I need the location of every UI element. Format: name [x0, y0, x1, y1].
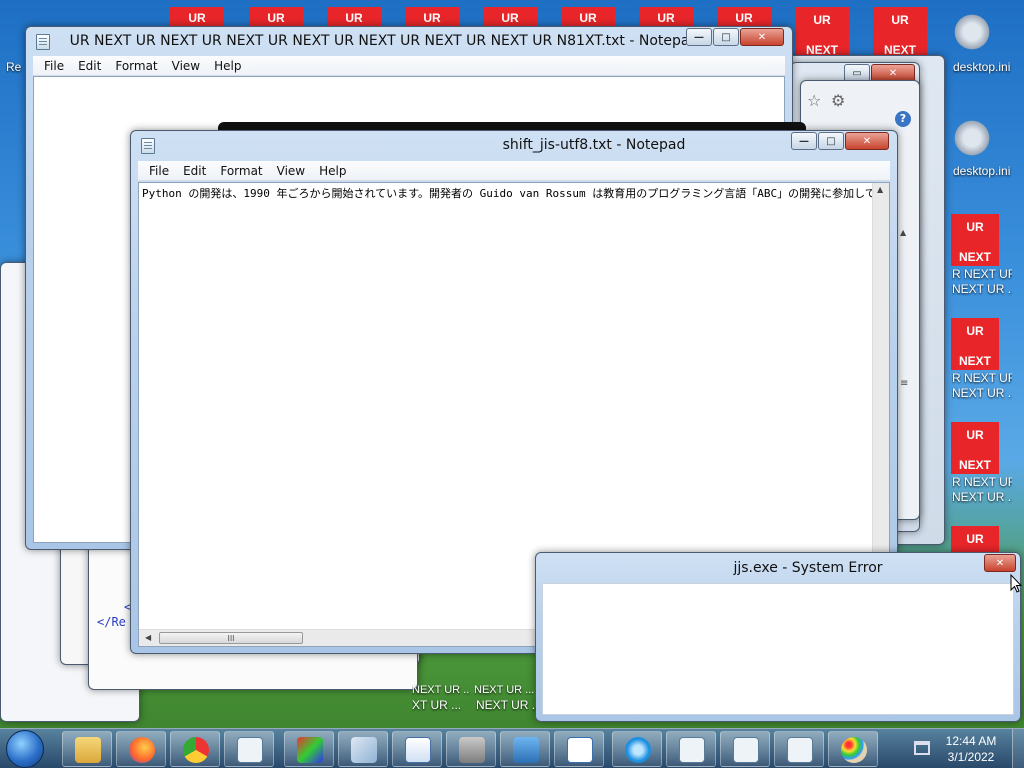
window-title: shift_jis-utf8.txt - Notepad — [502, 137, 686, 153]
desktop-ini-label: desktop.ini — [953, 60, 1011, 74]
notepad-icon — [237, 737, 263, 763]
desktop-icon-ur-next[interactable]: UR NEXT — [795, 7, 849, 59]
desktop-icon-label: R NEXT UR — [952, 267, 1012, 281]
taskbar-notepad[interactable] — [338, 731, 388, 767]
firefox-icon — [129, 737, 155, 763]
menu-file[interactable]: File — [142, 164, 176, 178]
gear-icon[interactable]: ⚙ — [831, 91, 845, 110]
menu-help[interactable]: Help — [312, 164, 353, 178]
show-desktop-button[interactable] — [1012, 729, 1024, 768]
menu-format[interactable]: Format — [108, 59, 164, 73]
desktop-icon-label: NEXT UR ... — [952, 282, 1012, 296]
ie-icon — [625, 737, 651, 763]
wordpad-icon — [405, 737, 431, 763]
menu-format[interactable]: Format — [213, 164, 269, 178]
scroll-left-icon[interactable]: ◀ — [145, 633, 151, 642]
clock-time[interactable]: 12:44 AM — [936, 734, 1006, 748]
dialog-body — [542, 583, 1014, 715]
desktop-icon-ur-next[interactable]: UR — [951, 526, 999, 552]
desktop-icon-label: NEXT UR ... — [412, 684, 470, 696]
notepad-icon — [787, 737, 813, 763]
window-title: UR NEXT UR NEXT UR NEXT UR NEXT UR NEXT … — [69, 33, 699, 49]
taskbar-ie[interactable] — [612, 731, 662, 767]
desktop-icon-label: XT UR ... — [412, 698, 462, 712]
notepad-icon — [679, 737, 705, 763]
notepad-icon — [733, 737, 759, 763]
taskbar: 12:44 AM 3/1/2022 — [0, 728, 1024, 768]
taskbar-paint[interactable] — [284, 731, 334, 767]
menu-edit[interactable]: Edit — [71, 59, 108, 73]
desktop-icon-ur-next[interactable]: UR NEXT — [951, 318, 999, 370]
scroll-grip-icon: ≡ — [900, 378, 909, 389]
application-icon — [459, 737, 485, 763]
desktop-icon-label: R NEXT UR — [952, 371, 1012, 385]
desktop-icon-ur-next[interactable]: UR NEXT — [873, 7, 927, 59]
minimize-button[interactable]: — — [791, 132, 817, 150]
desktop-icon-ur-next[interactable]: UR NEXT — [951, 422, 999, 474]
desktop-ini-icon[interactable] — [952, 118, 992, 158]
network-icon[interactable] — [914, 741, 930, 755]
notepad-icon — [351, 737, 377, 763]
system-error-dialog[interactable]: jjs.exe - System Error ✕ — [535, 552, 1021, 722]
chrome-icon — [183, 737, 209, 763]
xml-text: </Re — [97, 615, 126, 629]
mouse-cursor-icon — [1010, 574, 1022, 593]
paint-icon — [297, 737, 323, 763]
maximize-button[interactable]: □ — [818, 132, 844, 150]
star-icon[interactable]: ☆ — [807, 91, 821, 110]
desktop-icon-label: R NEXT UR — [952, 475, 1012, 489]
taskbar-notepad[interactable] — [666, 731, 716, 767]
taskbar-notepad[interactable] — [774, 731, 824, 767]
menu-bar: File Edit Format View Help — [138, 161, 890, 181]
scroll-up-icon[interactable]: ▲ — [877, 185, 883, 194]
menu-bar: File Edit Format View Help — [33, 56, 785, 76]
taskbar-firefox[interactable] — [116, 731, 166, 767]
taskbar-notepad[interactable] — [224, 731, 274, 767]
menu-file[interactable]: File — [37, 59, 71, 73]
menu-view[interactable]: View — [270, 164, 312, 178]
start-button[interactable] — [6, 730, 44, 768]
taskbar-photo[interactable] — [500, 731, 550, 767]
taskbar-checklist[interactable] — [554, 731, 604, 767]
taskbar-chrome[interactable] — [170, 731, 220, 767]
menu-view[interactable]: View — [165, 59, 207, 73]
close-button[interactable]: ✕ — [984, 554, 1016, 572]
help-icon[interactable]: ? — [895, 111, 911, 127]
photo-icon — [513, 737, 539, 763]
desktop-icon-label: NEXT UR ... — [952, 386, 1012, 400]
clock-date[interactable]: 3/1/2022 — [936, 750, 1006, 764]
taskbar-explorer[interactable] — [62, 731, 112, 767]
taskbar-paint-palette[interactable] — [828, 731, 878, 767]
desktop-icon-label: NEXT UR ... — [474, 684, 534, 696]
document-text: Python の開発は、1990 年ごろから開始されています。開発者の Guid… — [142, 187, 890, 200]
desktop-ini-icon[interactable] — [952, 12, 992, 52]
close-button[interactable]: ✕ — [740, 28, 784, 46]
desktop-icon-label: NEXT UR ... — [952, 490, 1012, 504]
menu-help[interactable]: Help — [207, 59, 248, 73]
desktop-ini-label: desktop.ini — [953, 164, 1011, 178]
desktop-icon-label: NEXT UR ... — [476, 698, 536, 712]
taskbar-notepad[interactable] — [720, 731, 770, 767]
menu-edit[interactable]: Edit — [176, 164, 213, 178]
desktop-icon-ur-next[interactable]: UR NEXT — [951, 214, 999, 266]
dialog-title: jjs.exe - System Error — [733, 560, 883, 576]
checklist-icon — [567, 737, 593, 763]
scroll-thumb[interactable]: III — [159, 632, 303, 644]
maximize-button[interactable]: □ — [713, 28, 739, 46]
explorer-icon — [75, 737, 101, 763]
minimize-button[interactable]: — — [686, 28, 712, 46]
paint-palette-icon — [841, 737, 867, 763]
taskbar-wordpad[interactable] — [392, 731, 442, 767]
taskbar-application[interactable] — [446, 731, 496, 767]
close-button[interactable]: ✕ — [845, 132, 889, 150]
scroll-up-icon[interactable]: ▲ — [900, 228, 906, 237]
